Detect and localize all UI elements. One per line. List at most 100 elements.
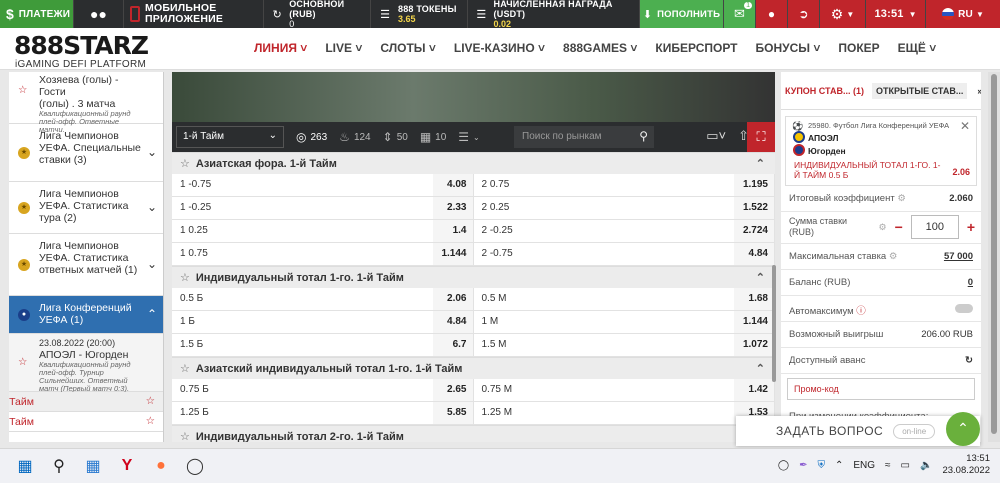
odds-cell[interactable]: 1 -0.25 2.33 [172, 197, 474, 219]
sidebar-item-cl-tour-stats[interactable]: ★ Лига Чемпионов УЕФА. Статистика тура (… [9, 182, 163, 234]
menu-poker[interactable]: ПОКЕР [838, 41, 879, 55]
max-stake-link[interactable]: 57 000 [944, 251, 973, 262]
menu-live[interactable]: LIVE ˅ [325, 41, 362, 55]
gear-icon[interactable]: ⚙ [879, 222, 887, 233]
odds-cell[interactable]: 1.5 Б 6.7 [172, 334, 474, 356]
odds-cell[interactable]: 1 0.75 1.144 [172, 243, 474, 265]
feather-icon[interactable]: ✒ [799, 460, 807, 471]
sidebar-match[interactable]: ☆ 23.08.2022 (20:00) АПОЭЛ - Югорден Ква… [9, 334, 163, 393]
app-w-tray-icon[interactable]: ◯ [778, 460, 789, 471]
logout-button[interactable]: ➲ [788, 0, 820, 28]
clock-selector[interactable]: 13:51 ▼ [866, 0, 926, 28]
close-icon[interactable]: ✕ [960, 119, 970, 133]
market-header[interactable]: ☆ Азиатская фора. 1-й Тайм ⌃ [172, 152, 775, 174]
payments-button[interactable]: $ ПЛАТЕЖИ [0, 0, 74, 28]
wifi-icon[interactable]: ≈ [885, 460, 891, 471]
input-language[interactable]: ENG [853, 460, 875, 471]
stake-input[interactable]: 100 [910, 215, 959, 239]
odds-cell[interactable]: 2 -0.25 2.724 [474, 220, 775, 242]
chevron-up-double-icon[interactable]: ⌃ [946, 412, 980, 446]
star-icon[interactable]: ☆ [146, 395, 155, 407]
settings-button[interactable]: ⚙ ▼ [820, 0, 866, 28]
market-search-input[interactable]: Поиск по рынкам ⚲ [514, 126, 654, 148]
odds-cell[interactable]: 0.5 Б 2.06 [172, 288, 474, 310]
odds-cell[interactable]: 2 0.25 1.522 [474, 197, 775, 219]
odds-cell[interactable]: 2 0.75 1.195 [474, 174, 775, 196]
sidebar-event-top[interactable]: ☆ Хозяева (голы) - Гости (голы) . 3 матч… [9, 72, 163, 134]
sidebar-item-cl-special[interactable]: ★ Лига Чемпионов УЕФА. Специальные ставк… [9, 124, 163, 182]
star-icon[interactable]: ☆ [18, 356, 27, 368]
mobile-app-button[interactable]: МОБИЛЬНОЕ ПРИЛОЖЕНИЕ [124, 0, 264, 28]
layout-icon[interactable]: ▭˅ [706, 128, 726, 144]
market-header[interactable]: ☆ Индивидуальный тотал 2-го. 1-й Тайм [172, 425, 775, 442]
odds-cell[interactable]: 1.5 М 1.072 [474, 334, 775, 356]
decrease-stake-button[interactable]: − [895, 219, 903, 235]
market-header[interactable]: ☆ Азиатский индивидуальный тотал 1-го. 1-… [172, 357, 775, 379]
menu-888games[interactable]: 888GAMES ˅ [563, 41, 637, 55]
sidebar-item-cl-return-stats[interactable]: ★ Лига Чемпионов УЕФА. Статистика ответн… [9, 234, 163, 296]
star-icon[interactable]: ☆ [180, 362, 190, 375]
menu-slots[interactable]: СЛОТЫ ˅ [380, 41, 436, 55]
profile-button[interactable]: ● [756, 0, 788, 28]
star-icon[interactable]: ☆ [180, 430, 190, 442]
filter-all[interactable]: ◎ 263 [296, 130, 327, 144]
refresh-icon[interactable]: ↻ [965, 355, 973, 366]
logo[interactable]: 888STARZ [14, 31, 149, 60]
market-header[interactable]: ☆ Индивидуальный тотал 1-го. 1-й Тайм ⌃ [172, 266, 775, 288]
star-icon[interactable]: ☆ [18, 84, 27, 96]
tokens-balance[interactable]: ☰ 888 ТОКЕНЫ 3.65 [371, 0, 468, 28]
filter-handicap[interactable]: ⇕ 50 [383, 130, 408, 144]
odds-cell[interactable]: 1 Б 4.84 [172, 311, 474, 333]
page-scrollbar[interactable] [988, 72, 1000, 442]
search-icon[interactable]: ⚲ [42, 451, 76, 481]
taskbar-clock[interactable]: 13:51 23.08.2022 [942, 453, 990, 477]
menu-esports[interactable]: КИБЕРСПОРТ [655, 41, 737, 55]
deposit-button[interactable]: ⬇ ПОПОЛНИТЬ [640, 0, 724, 28]
mail-button[interactable]: ✉ 1 [724, 0, 756, 28]
odds-cell[interactable]: 1 -0.75 4.08 [172, 174, 474, 196]
odds-cell[interactable]: 1.25 М 1.53 [474, 402, 775, 424]
sidebar-item-conference-league[interactable]: ● Лига Конференций УЕФА (1) ⌃ [9, 296, 163, 334]
windows-start-icon[interactable]: ▦ [8, 451, 42, 481]
sidebar-period-1[interactable]: 1-й Тайм ☆ [9, 392, 163, 412]
chevron-up-icon[interactable]: ⌃ [835, 460, 843, 471]
yandex-browser-icon[interactable]: Y [110, 451, 144, 481]
firefox-icon[interactable]: ● [144, 451, 178, 481]
star-icon[interactable]: ☆ [180, 157, 190, 170]
odds-cell[interactable]: 0.5 М 1.68 [474, 288, 775, 310]
tab-coupon[interactable]: КУПОН СТАВ... (1) [781, 83, 868, 99]
group-icon[interactable]: ●● [74, 0, 124, 28]
shield-icon[interactable]: ⛨ [817, 460, 825, 471]
odds-cell[interactable]: 1.25 Б 5.85 [172, 402, 474, 424]
star-icon[interactable]: ☆ [180, 271, 190, 284]
ask-question-widget[interactable]: ЗАДАТЬ ВОПРОС on-line ⌃ [736, 412, 980, 446]
language-selector[interactable]: RU ▼ [926, 0, 1000, 28]
menu-live-casino[interactable]: LIVE-КАЗИНО ˅ [454, 41, 545, 55]
stats-button[interactable]: ⛶ [747, 122, 775, 152]
odds-cell[interactable]: 0.75 Б 2.65 [172, 379, 474, 401]
expand-icon[interactable]: » [973, 83, 981, 99]
volume-icon[interactable]: 🔈 [920, 460, 932, 471]
menu-line[interactable]: ЛИНИЯ ˅ [254, 41, 307, 55]
balance-link[interactable]: 0 [968, 277, 973, 288]
menu-bonuses[interactable]: БОНУСЫ ˅ [756, 41, 821, 55]
calculator-icon[interactable]: ▦ [76, 451, 110, 481]
automax-toggle[interactable] [955, 304, 973, 313]
star-icon[interactable]: ☆ [146, 415, 155, 427]
balance-main[interactable]: ↻ ОСНОВНОЙ (RUB) 0 [264, 0, 371, 29]
menu-more[interactable]: ЕЩЁ ˅ [898, 41, 937, 55]
reward-balance[interactable]: ☰ НАЧИСЛЕННАЯ НАГРАДА (USDT) 0.02 [468, 0, 640, 29]
odds-cell[interactable]: 1 0.25 1.4 [172, 220, 474, 242]
period-dropdown[interactable]: 1-й Тайм ⌄ [176, 126, 284, 148]
list-view-button[interactable]: ☰ ⌄ [458, 130, 479, 144]
filter-popular[interactable]: ♨ 124 [339, 130, 370, 144]
sidebar-period-2[interactable]: 2-й Тайм ☆ [9, 412, 163, 432]
increase-stake-button[interactable]: + [967, 219, 975, 235]
tab-open-bets[interactable]: ОТКРЫТЫЕ СТАВ... [872, 82, 968, 99]
odds-cell[interactable]: 0.75 М 1.42 [474, 379, 775, 401]
app-w-icon[interactable]: ◯ [178, 451, 212, 481]
display-icon[interactable]: ▭ [901, 460, 910, 471]
odds-cell[interactable]: 1 М 1.144 [474, 311, 775, 333]
markets-scrollbar[interactable] [772, 265, 776, 382]
odds-cell[interactable]: 2 -0.75 4.84 [474, 243, 775, 265]
